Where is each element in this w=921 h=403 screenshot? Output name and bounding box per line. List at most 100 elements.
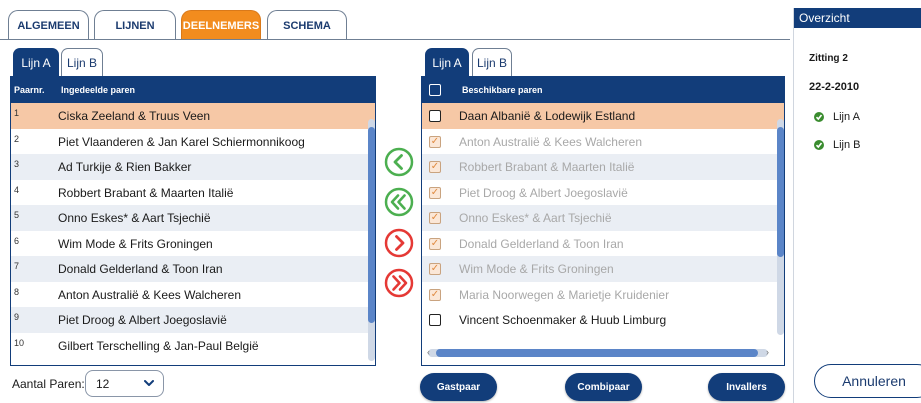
list-item[interactable]: ✓ Robbert Brabant & Maarten Italië	[422, 154, 784, 180]
pair-name: Maria Noorwegen & Marietje Kruidenier	[459, 287, 670, 302]
invallers-button[interactable]: Invallers	[708, 373, 785, 401]
available-pairs-header: Beschikbare paren	[422, 77, 784, 103]
pair-name: Ad Turkije & Rien Bakker	[58, 160, 192, 174]
tab-label: ALGEMEEN	[17, 19, 80, 32]
scroll-left-icon[interactable]: ‹	[427, 347, 430, 357]
pair-name: Donald Gelderland & Toon Iran	[459, 236, 624, 251]
assigned-pairs-panel: Paarnr. Ingedeelde paren 1 Ciska Zeeland …	[10, 76, 376, 366]
tab-label: Lijn A	[432, 55, 462, 70]
check-icon	[814, 112, 824, 122]
list-item[interactable]: ✓ Onno Eskes* & Aart Tsjechië	[422, 205, 784, 231]
list-item[interactable]: ✓ Piet Droog & Albert Joegoslavië	[422, 180, 784, 206]
line-label: Lijn B	[833, 139, 861, 151]
pair-name: Wim Mode & Frits Groningen	[459, 262, 614, 276]
available-pairs-hscrollbar[interactable]: ‹ ›	[427, 347, 769, 357]
pair-number: 7	[14, 261, 20, 271]
table-row[interactable]: 8 Anton Australië & Kees Walcheren	[11, 282, 375, 308]
tab-label: Lijn B	[66, 55, 98, 70]
list-item[interactable]: ✓ Maria Noorwegen & Marietje Kruidenier	[422, 282, 784, 308]
checkbox-checked[interactable]: ✓	[429, 263, 441, 275]
pair-number: 10	[14, 337, 25, 348]
scrollbar-thumb[interactable]	[436, 349, 758, 357]
tab-lijnen[interactable]: LIJNEN	[94, 10, 176, 40]
list-item[interactable]: ✓ Anton Australië & Kees Walcheren	[422, 129, 784, 155]
pair-name: Onno Eskes* & Aart Tsjechië	[459, 211, 612, 225]
chevron-right-icon	[384, 228, 414, 258]
pair-number: 3	[14, 159, 20, 169]
gastpaar-button[interactable]: Gastpaar	[420, 373, 497, 401]
pair-name: Anton Australië & Kees Walcheren	[459, 134, 642, 149]
tab-label: DEELNEMERS	[182, 19, 260, 32]
checkbox-checked[interactable]: ✓	[429, 212, 441, 224]
table-row[interactable]: 1 Ciska Zeeland & Truus Veen	[11, 103, 375, 129]
pair-name: Donald Gelderland & Toon Iran	[58, 262, 223, 276]
pair-number: 6	[14, 235, 20, 246]
list-item[interactable]: ✓ Wim Mode & Frits Groningen	[422, 256, 784, 282]
table-row[interactable]: 7 Donald Gelderland & Toon Iran	[11, 256, 375, 282]
table-row[interactable]: 10 Gilbert Terschelling & Jan-Paul België	[11, 333, 375, 359]
pair-number: 2	[14, 133, 20, 144]
pair-name: Robbert Brabant & Maarten Italië	[58, 185, 234, 200]
pair-name: Piet Vlaanderen & Jan Karel Schiermonnik…	[58, 134, 305, 149]
cancel-button[interactable]: Annuleren	[814, 364, 921, 398]
checkbox-checked[interactable]: ✓	[429, 288, 441, 301]
tab-deelnemers[interactable]: DEELNEMERS	[181, 10, 261, 40]
pair-name: Robbert Brabant & Maarten Italië	[459, 160, 635, 174]
pair-number: 1	[14, 108, 20, 118]
checkbox-checked[interactable]: ✓	[429, 161, 441, 173]
line-label: Lijn A	[833, 111, 860, 123]
assigned-pairs-scrollbar[interactable]	[368, 119, 375, 361]
checkbox[interactable]	[429, 110, 441, 122]
pair-name: Daan Albanië & Lodewijk Estland	[459, 109, 636, 123]
available-pairs-scrollbar[interactable]	[777, 119, 784, 335]
move-right-button[interactable]	[384, 228, 414, 258]
scrollbar-thumb[interactable]	[368, 127, 375, 323]
double-chevron-left-icon	[384, 187, 414, 217]
right-tab-lijn-a[interactable]: Lijn A	[425, 48, 469, 76]
combipaar-button[interactable]: Combipaar	[565, 373, 642, 401]
pairs-count-select[interactable]: 12	[85, 370, 164, 397]
chevron-left-icon	[384, 147, 414, 177]
checkbox[interactable]	[429, 314, 441, 326]
move-all-right-button[interactable]	[384, 268, 414, 298]
list-item[interactable]: Daan Albanië & Lodewijk Estland	[422, 103, 784, 129]
move-left-button[interactable]	[384, 147, 414, 177]
column-header-paarnr: Paarnr.	[14, 85, 45, 95]
pairs-count-value: 12	[96, 376, 110, 391]
check-icon	[814, 140, 824, 150]
session-label: Zitting 2	[809, 53, 848, 64]
tab-schema[interactable]: SCHEMA	[267, 10, 347, 40]
chevron-down-icon	[143, 377, 155, 392]
checkbox-checked[interactable]: ✓	[429, 237, 441, 250]
move-all-left-button[interactable]	[384, 187, 414, 217]
pair-number: 8	[14, 286, 20, 297]
pair-name: Piet Droog & Albert Joegoslavië	[459, 185, 628, 200]
table-row[interactable]: 3 Ad Turkije & Rien Bakker	[11, 154, 375, 180]
checkbox-checked[interactable]: ✓	[429, 186, 441, 199]
pair-number: 5	[14, 210, 20, 220]
scrollbar-thumb[interactable]	[777, 127, 784, 257]
overview-line-item[interactable]: Lijn A	[814, 111, 860, 123]
table-row[interactable]: 6 Wim Mode & Frits Groningen	[11, 231, 375, 257]
left-tab-lijn-b[interactable]: Lijn B	[61, 48, 103, 76]
list-item[interactable]: Vincent Schoenmaker & Huub Limburg	[422, 307, 784, 333]
checkbox-checked[interactable]: ✓	[429, 135, 441, 148]
column-header-available: Beschikbare paren	[462, 85, 543, 95]
table-row[interactable]: 9 Piet Droog & Albert Joegoslavië	[11, 307, 375, 333]
tab-algemeen[interactable]: ALGEMEEN	[8, 10, 89, 40]
list-item[interactable]: ✓ Donald Gelderland & Toon Iran	[422, 231, 784, 257]
column-header-name: Ingedeelde paren	[61, 85, 136, 95]
pairs-count-label: Aantal Paren:	[12, 377, 85, 391]
tab-label: SCHEMA	[283, 19, 331, 32]
table-row[interactable]: 2 Piet Vlaanderen & Jan Karel Schiermonni…	[11, 129, 375, 155]
assigned-pairs-list: 1 Ciska Zeeland & Truus Veen 2 Piet Vlaand…	[11, 103, 375, 358]
left-tab-lijn-a[interactable]: Lijn A	[13, 48, 59, 76]
overview-line-item[interactable]: Lijn B	[814, 139, 861, 151]
select-all-checkbox[interactable]	[429, 84, 441, 96]
button-label: Combipaar	[577, 381, 630, 393]
scroll-right-icon[interactable]: ›	[766, 347, 769, 357]
table-row[interactable]: 5 Onno Eskes* & Aart Tsjechië	[11, 205, 375, 231]
table-row[interactable]: 4 Robbert Brabant & Maarten Italië	[11, 180, 375, 206]
right-tab-lijn-b[interactable]: Lijn B	[472, 48, 512, 76]
overview-title: Overzicht	[799, 11, 850, 25]
